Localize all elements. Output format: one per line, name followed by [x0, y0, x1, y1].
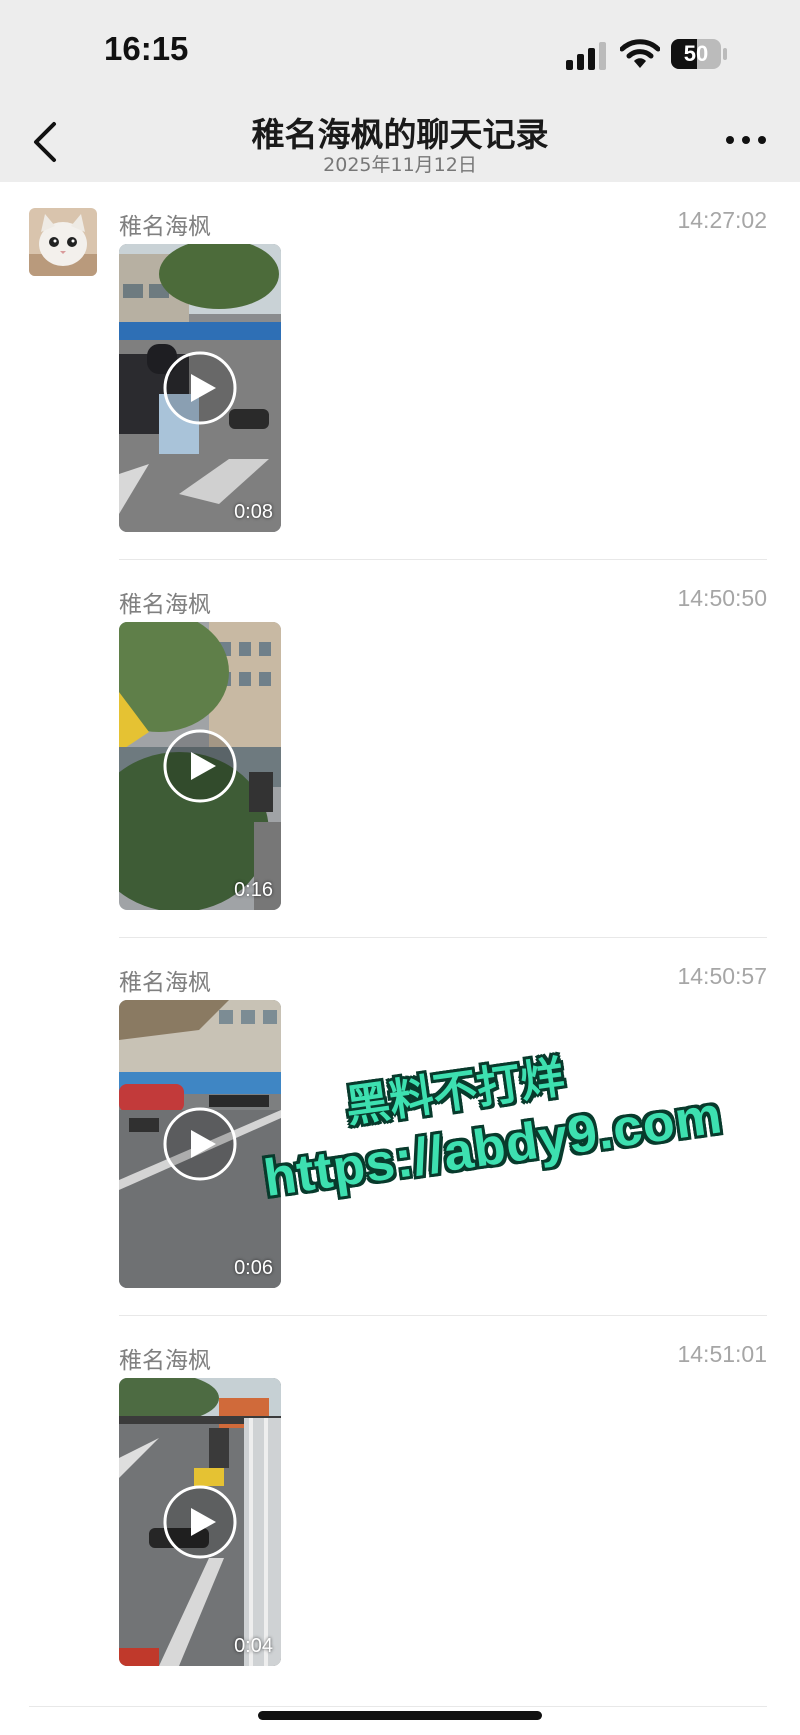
message-sender: 稚名海枫: [119, 214, 211, 240]
video-duration: 0:04: [234, 1635, 273, 1657]
page-subtitle: 2025年11月12日: [323, 154, 477, 176]
message-time: 14:50:50: [677, 585, 767, 611]
message-time: 14:50:57: [677, 963, 767, 989]
message-item: 稚名海枫 14:50:50 0:16: [0, 585, 800, 961]
message-time: 14:51:01: [677, 1341, 767, 1367]
battery-level: 50: [683, 41, 709, 66]
message-time: 14:27:02: [677, 207, 767, 233]
video-thumbnail[interactable]: 0:08: [119, 244, 281, 532]
play-icon[interactable]: [162, 1106, 238, 1182]
divider: [29, 1706, 767, 1707]
top-bar: 16:15 50 稚名海枫的聊天记录 2025年11月12日: [0, 0, 800, 182]
divider: [119, 559, 767, 560]
play-icon[interactable]: [162, 728, 238, 804]
video-duration: 0:08: [234, 501, 273, 523]
divider: [119, 1315, 767, 1316]
video-thumbnail[interactable]: 0:16: [119, 622, 281, 910]
divider: [119, 937, 767, 938]
message-item: 稚名海枫 14:51:01 0:04: [0, 1341, 800, 1717]
play-icon[interactable]: [162, 350, 238, 426]
message-sender: 稚名海枫: [119, 970, 211, 996]
video-thumbnail[interactable]: 0:04: [119, 1378, 281, 1666]
wifi-icon: [620, 39, 660, 68]
play-icon[interactable]: [162, 1484, 238, 1560]
message-sender: 稚名海枫: [119, 592, 211, 618]
home-indicator[interactable]: [258, 1711, 542, 1720]
video-thumbnail[interactable]: 0:06: [119, 1000, 281, 1288]
message-item: 稚名海枫 14:50:57 0:06: [0, 963, 800, 1339]
page-title: 稚名海枫的聊天记录: [251, 115, 549, 154]
status-time: 16:15: [104, 30, 189, 67]
message-sender: 稚名海枫: [119, 1348, 211, 1374]
message-item: 稚名海枫 14:27:02 0:08: [0, 207, 800, 583]
more-button[interactable]: [722, 128, 770, 152]
signal-icon: [566, 42, 606, 70]
video-duration: 0:16: [234, 879, 273, 901]
video-duration: 0:06: [234, 1257, 273, 1279]
